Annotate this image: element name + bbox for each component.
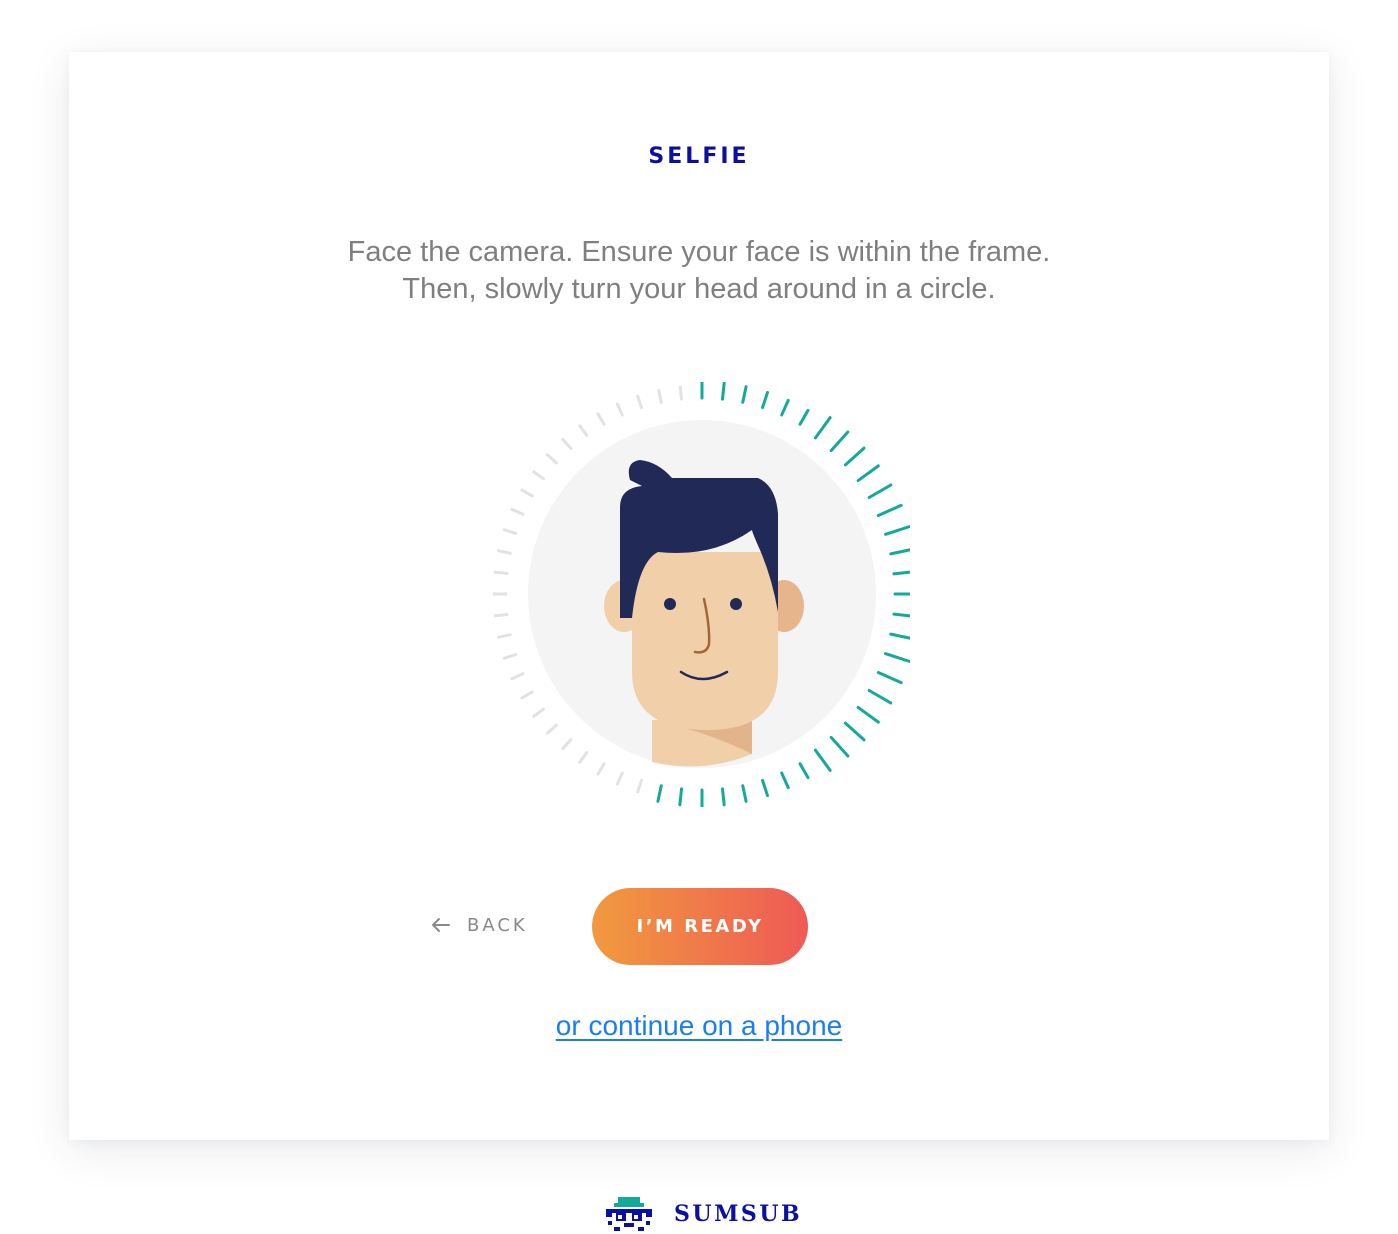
progress-tick-active [856, 464, 880, 483]
progress-tick-active [741, 784, 748, 803]
progress-tick-inactive [578, 751, 589, 764]
progress-tick-active [813, 748, 832, 772]
progress-tick-active [720, 787, 726, 807]
progress-tick-active [761, 390, 770, 410]
progress-tick-active [780, 771, 790, 790]
progress-tick-active [884, 652, 910, 663]
progress-tick-inactive [615, 402, 624, 417]
progress-tick-active [867, 689, 893, 705]
back-button[interactable]: BACK [431, 910, 528, 940]
progress-tick-inactive [493, 612, 509, 618]
face-scan-illustration [492, 382, 910, 807]
progress-tick-inactive [561, 738, 573, 751]
ready-label: I’M READY [636, 916, 764, 937]
progress-tick-inactive [497, 549, 512, 555]
progress-tick-inactive [520, 488, 534, 498]
phone-link-container: or continue on a phone [69, 1010, 1329, 1042]
progress-tick-inactive [596, 762, 606, 776]
progress-tick-active [867, 483, 893, 499]
progress-tick-active [876, 503, 903, 517]
progress-tick-active [892, 612, 910, 618]
progress-tick-inactive [578, 424, 589, 437]
progress-tick-active [678, 787, 684, 807]
arrow-left-icon [432, 918, 450, 932]
progress-tick-inactive [545, 723, 558, 735]
brand-name: SUMSUB [674, 1201, 803, 1227]
progress-tick-inactive [510, 507, 525, 516]
progress-tick-inactive [636, 394, 643, 410]
progress-tick-active [889, 632, 910, 640]
progress-tick-active [843, 721, 866, 742]
progress-tick-active [884, 525, 910, 536]
progress-tick-inactive [520, 690, 534, 700]
instructions-text: Face the camera. Ensure your face is wit… [69, 234, 1329, 308]
progress-tick-inactive [596, 412, 606, 426]
progress-tick-active [843, 446, 866, 467]
progress-tick-inactive [497, 633, 512, 639]
progress-tick-active [829, 430, 850, 453]
progress-tick-active [889, 548, 910, 556]
progress-tick-inactive [502, 653, 518, 660]
progress-tick-active [780, 398, 790, 417]
continue-on-phone-link[interactable]: or continue on a phone [556, 1010, 842, 1041]
progress-tick-active [856, 705, 880, 724]
selfie-card: SELFIE Face the camera. Ensure your face… [69, 52, 1329, 1140]
back-label: BACK [467, 914, 528, 936]
sumsub-logo-icon [606, 1197, 652, 1231]
footer-brand: SUMSUB [604, 1194, 802, 1234]
progress-tick-active [761, 778, 770, 798]
progress-tick-inactive [532, 707, 545, 718]
progress-tick-active [798, 408, 810, 426]
progress-tick-inactive [561, 437, 573, 450]
instruction-line-1: Face the camera. Ensure your face is wit… [347, 236, 1051, 268]
progress-tick-inactive [545, 453, 558, 465]
progress-tick-active [741, 385, 748, 404]
progress-tick-inactive [636, 778, 643, 794]
instruction-line-2: Then, slowly turn your head around in a … [402, 273, 996, 305]
progress-tick-active [829, 735, 850, 758]
progress-tick-active [892, 570, 910, 576]
ready-button[interactable]: I’M READY [592, 888, 808, 965]
progress-tick-active [798, 762, 810, 780]
progress-tick-active [876, 671, 903, 685]
progress-tick-active [720, 382, 726, 401]
progress-tick-inactive [678, 385, 684, 401]
progress-tick-inactive [510, 672, 525, 681]
progress-tick-active [813, 416, 832, 440]
page-title: SELFIE [648, 144, 750, 169]
progress-tick-inactive [502, 528, 518, 535]
progress-tick-inactive [657, 389, 663, 404]
progress-tick-inactive [615, 771, 624, 786]
progress-tick-inactive [532, 470, 545, 481]
progress-tick-active [656, 784, 663, 803]
progress-tick-inactive [493, 570, 509, 576]
